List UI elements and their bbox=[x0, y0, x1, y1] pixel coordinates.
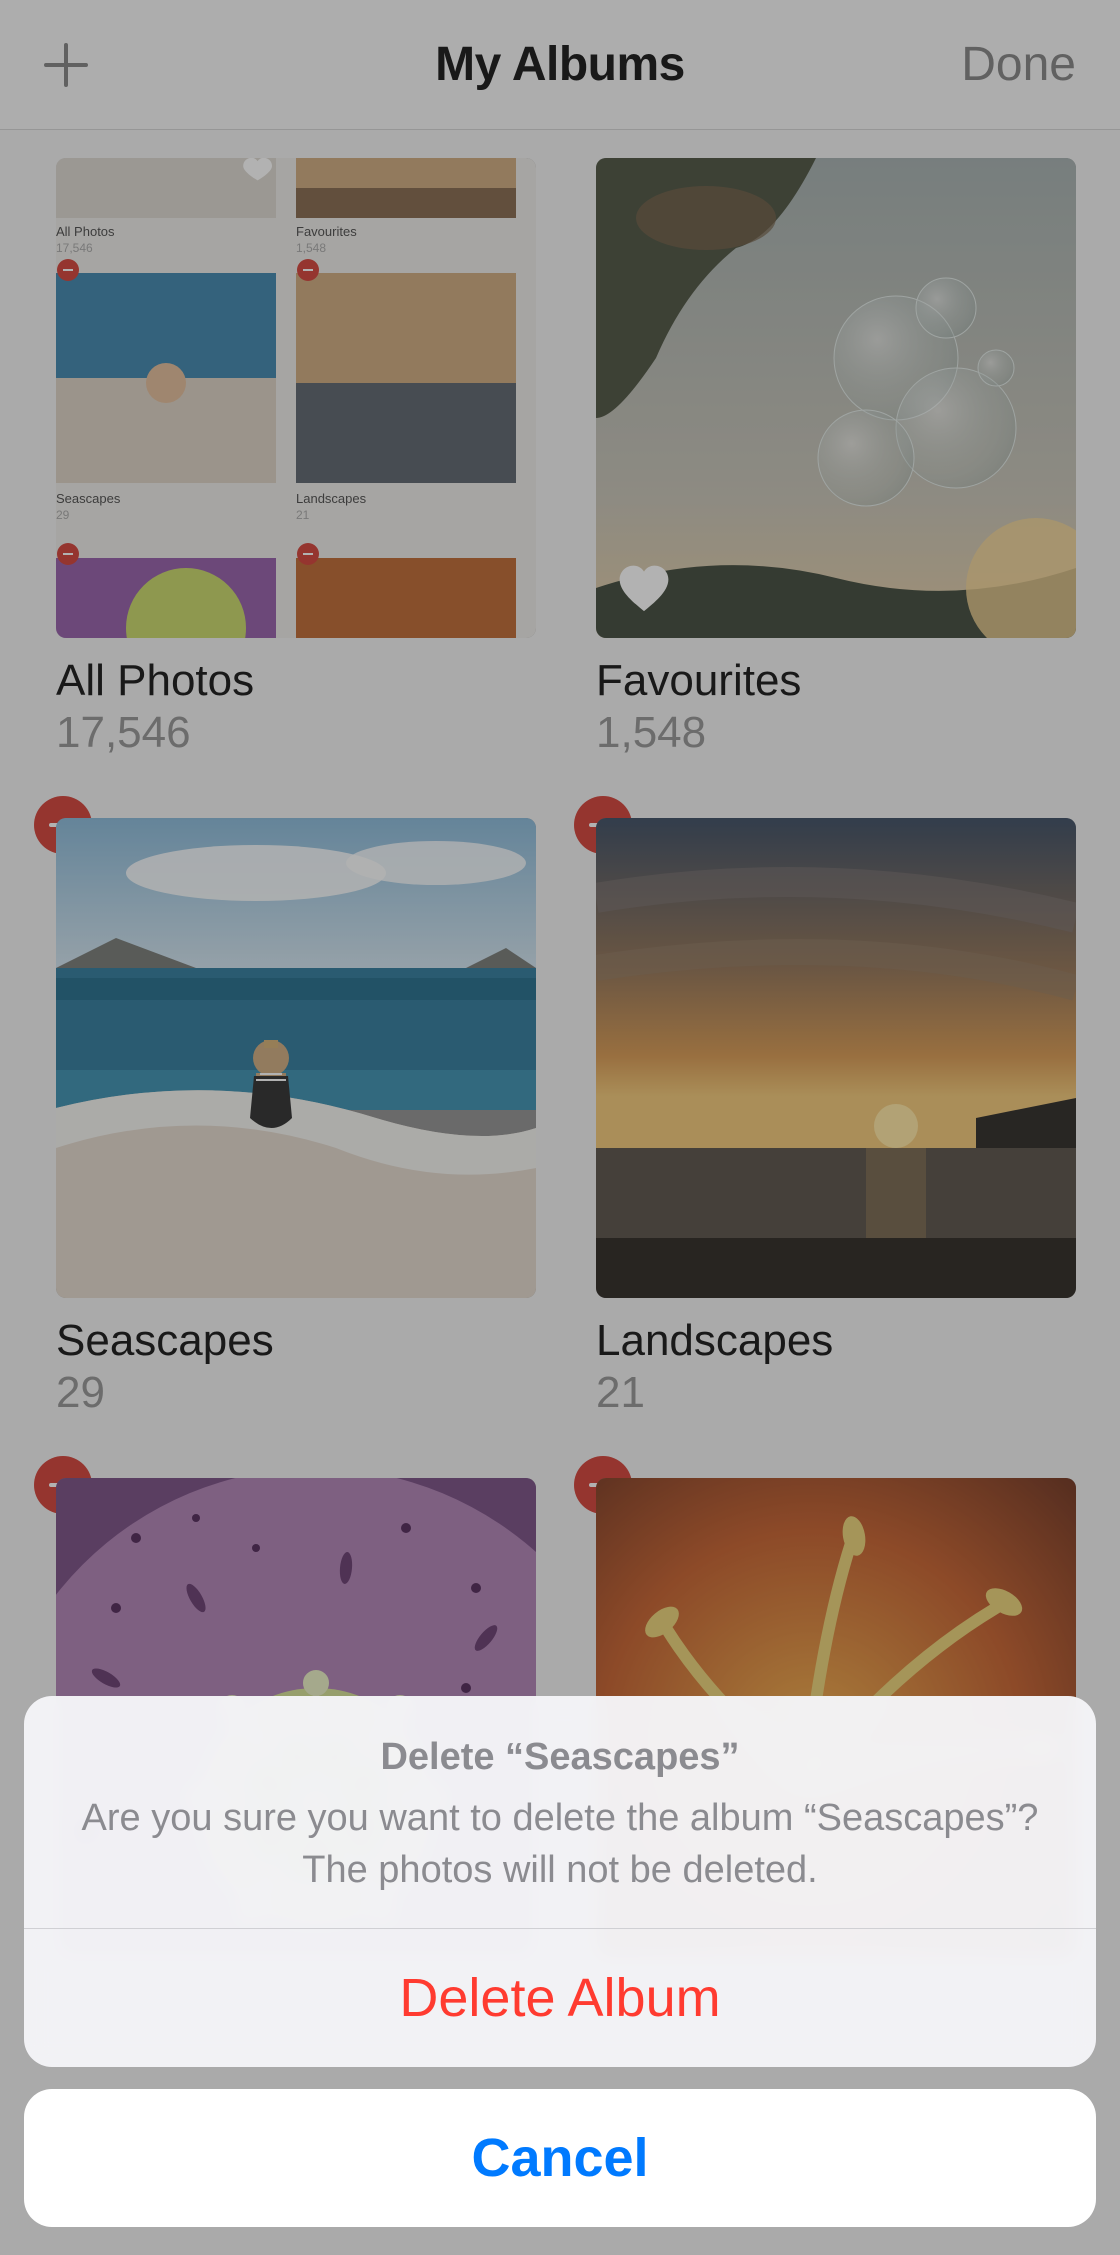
delete-album-button[interactable]: Delete Album bbox=[24, 1929, 1096, 2067]
action-sheet-title: Delete “Seascapes” bbox=[64, 1736, 1056, 1779]
action-sheet-card: Delete “Seascapes” Are you sure you want… bbox=[24, 1696, 1096, 2067]
action-sheet-message: Are you sure you want to delete the albu… bbox=[64, 1793, 1056, 1896]
action-sheet-header: Delete “Seascapes” Are you sure you want… bbox=[24, 1696, 1096, 1928]
action-sheet: Delete “Seascapes” Are you sure you want… bbox=[24, 1696, 1096, 2227]
cancel-button[interactable]: Cancel bbox=[24, 2089, 1096, 2227]
